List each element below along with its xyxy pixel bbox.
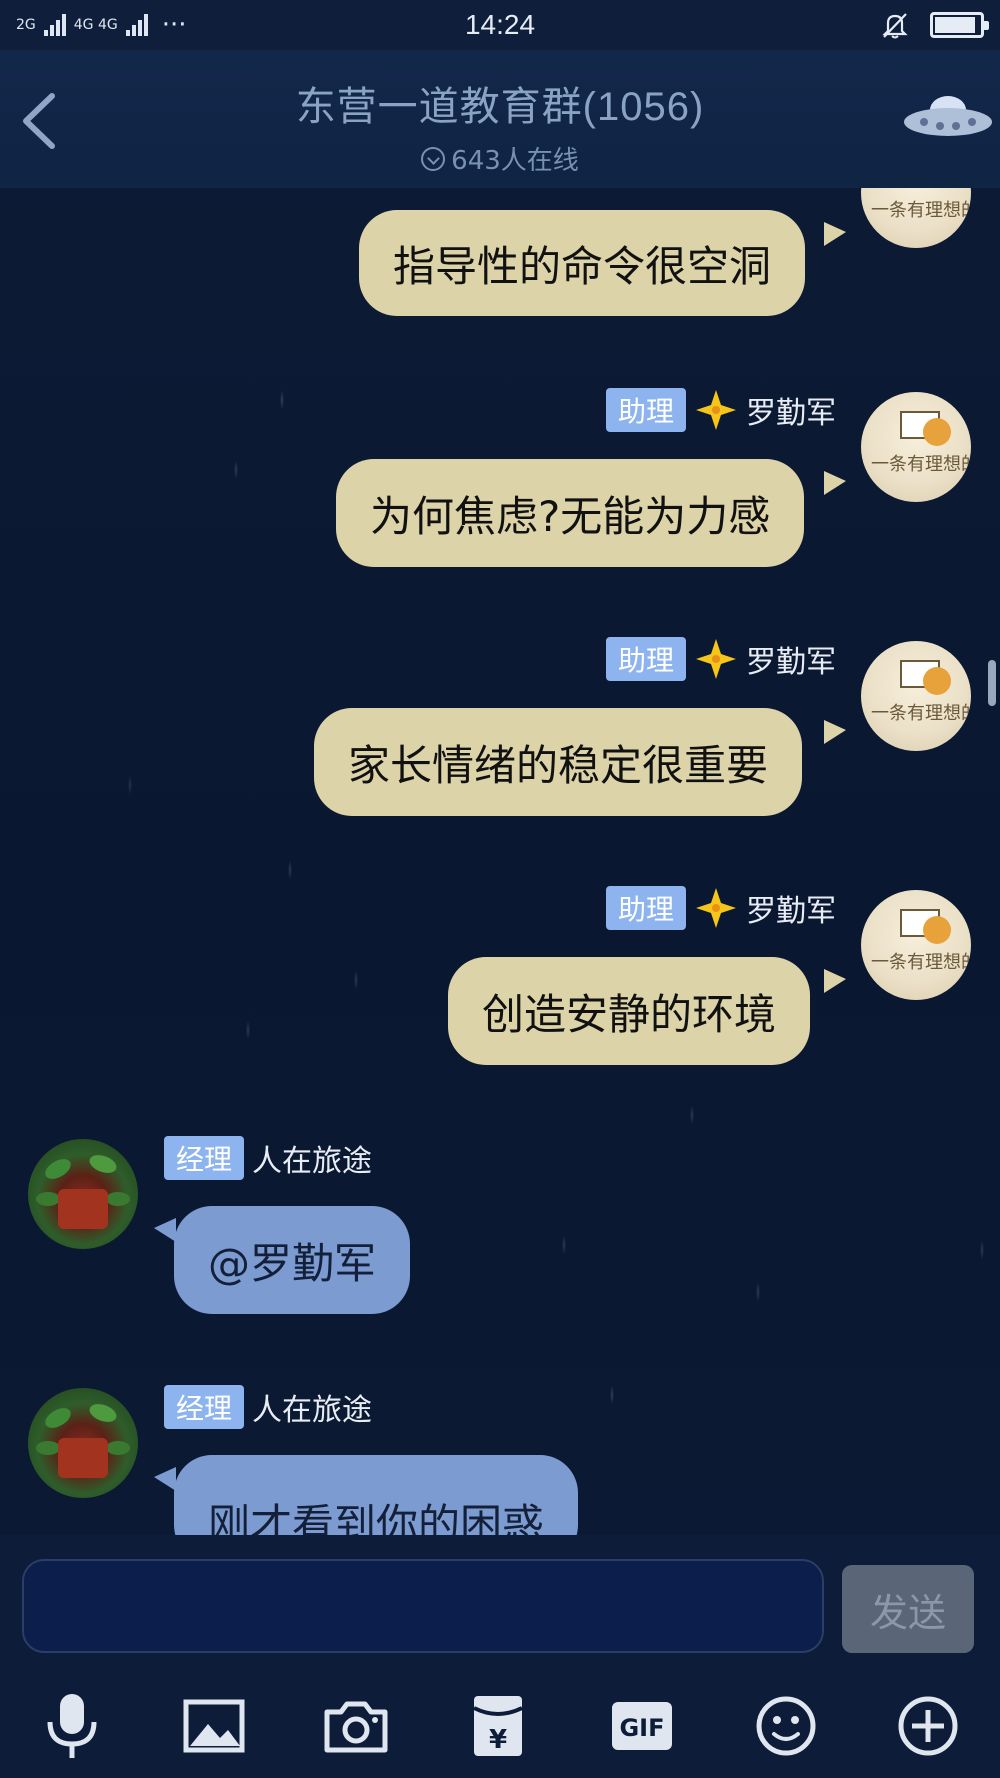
sender-name[interactable]: 人在旅途 — [252, 1136, 372, 1180]
signal-icon — [125, 14, 148, 36]
message-text: 家长情绪的稳定很重要 — [348, 740, 769, 790]
network-indicators: 2G 4G 4G ··· — [16, 10, 187, 40]
role-badge: 助理 — [605, 886, 686, 930]
role-badge: 助理 — [605, 388, 686, 432]
chevron-down-circle-icon — [421, 146, 446, 171]
message-bubble[interactable]: 指导性的命令很空洞 — [359, 210, 806, 316]
role-badge: 经理 — [164, 1385, 245, 1429]
scrollbar[interactable] — [988, 660, 996, 706]
group-menu-button[interactable] — [900, 84, 996, 154]
message-bubble[interactable]: 家长情绪的稳定很重要 — [314, 708, 803, 816]
camera-icon — [324, 1701, 388, 1753]
emoji-icon — [756, 1696, 816, 1756]
avatar[interactable]: 一条有理想的咸 — [861, 188, 971, 248]
star-icon — [696, 888, 736, 928]
gif-icon: GIF — [612, 1702, 672, 1750]
svg-text:一条有理想的咸: 一条有理想的咸 — [871, 952, 971, 973]
sender-row: 经理 人在旅途 — [164, 1385, 372, 1429]
star-icon — [696, 639, 736, 679]
red-packet-icon: ¥ — [473, 1696, 523, 1756]
plus-icon — [898, 1696, 958, 1756]
camera-button[interactable] — [318, 1688, 394, 1764]
yuan-glyph: ¥ — [489, 1725, 507, 1755]
image-button[interactable] — [176, 1688, 252, 1764]
sender-row: 助理 罗勤军 — [605, 886, 836, 930]
message-list[interactable]: 一条有理想的咸 指导性的命令很空洞 助理 罗勤军 一条有理想的咸 为何焦虑?无能… — [0, 188, 1000, 1535]
toolbar: ¥ GIF — [0, 1670, 1000, 1778]
online-count[interactable]: 643人在线 — [0, 140, 1000, 177]
bubble-tail — [154, 1218, 176, 1242]
sender-name[interactable]: 罗勤军 — [746, 637, 836, 681]
emoji-button[interactable] — [748, 1688, 824, 1764]
message-bubble[interactable]: 刚才看到你的困惑 — [174, 1455, 579, 1535]
composer: 发送 — [0, 1535, 1000, 1670]
avatar[interactable]: 一条有理想的咸 — [861, 641, 971, 751]
bubble-tail — [824, 720, 846, 744]
bubble-tail — [824, 969, 846, 993]
message-text: 创造安静的环境 — [482, 989, 777, 1039]
sender-name[interactable]: 罗勤军 — [746, 388, 836, 432]
avatar[interactable]: 一条有理想的咸 — [861, 890, 971, 1000]
role-badge: 经理 — [164, 1136, 245, 1180]
gif-button[interactable]: GIF — [604, 1688, 680, 1764]
svg-text:一条有理想的咸: 一条有理想的咸 — [871, 200, 971, 221]
more-dots: ··· — [161, 10, 187, 40]
network-2g-label: 2G — [16, 17, 36, 33]
star-icon — [696, 390, 736, 430]
chat-header: 东营一道教育群(1056) 643人在线 — [0, 50, 1000, 188]
svg-text:一条有理想的咸: 一条有理想的咸 — [871, 454, 971, 475]
message-bubble[interactable]: @罗勤军 — [174, 1206, 411, 1314]
send-button[interactable]: 发送 — [842, 1565, 974, 1653]
more-button[interactable] — [890, 1688, 966, 1764]
sender-row: 助理 罗勤军 — [605, 637, 836, 681]
group-title: 东营一道教育群(1056) — [295, 85, 705, 129]
sender-row: 助理 罗勤军 — [605, 388, 836, 432]
clock: 14:24 — [464, 9, 536, 40]
message-text: 指导性的命令很空洞 — [393, 241, 772, 291]
network-4g-label: 4G 4G — [73, 17, 118, 33]
voice-button[interactable] — [34, 1688, 110, 1764]
battery-icon — [930, 12, 989, 38]
sender-name[interactable]: 罗勤军 — [746, 886, 836, 930]
message-bubble[interactable]: 创造安静的环境 — [448, 957, 811, 1065]
signal-icon — [43, 14, 66, 36]
microphone-icon — [47, 1694, 97, 1758]
message-text: 刚才看到你的困惑 — [208, 1500, 545, 1535]
sender-row: 经理 人在旅途 — [164, 1136, 372, 1180]
gif-label: GIF — [619, 1714, 664, 1742]
avatar[interactable] — [28, 1388, 138, 1498]
svg-text:一条有理想的咸: 一条有理想的咸 — [871, 703, 971, 724]
red-packet-button[interactable]: ¥ — [460, 1688, 536, 1764]
ufo-icon — [904, 96, 992, 136]
status-bar: 2G 4G 4G ··· 14:24 — [0, 0, 1000, 50]
mute-bell-icon — [882, 13, 908, 39]
avatar[interactable] — [28, 1139, 138, 1249]
message-bubble[interactable]: 为何焦虑?无能为力感 — [336, 459, 805, 567]
image-icon — [183, 1699, 245, 1753]
message-text: @罗勤军 — [208, 1238, 377, 1288]
bubble-tail — [824, 222, 846, 246]
avatar[interactable]: 一条有理想的咸 — [861, 392, 971, 502]
message-input[interactable] — [22, 1559, 824, 1653]
bubble-tail — [824, 471, 846, 495]
message-text: 为何焦虑?无能为力感 — [370, 491, 771, 541]
role-badge: 助理 — [605, 637, 686, 681]
sender-name[interactable]: 人在旅途 — [252, 1385, 372, 1429]
online-count-text: 643人在线 — [451, 146, 579, 176]
bubble-tail — [154, 1467, 176, 1491]
